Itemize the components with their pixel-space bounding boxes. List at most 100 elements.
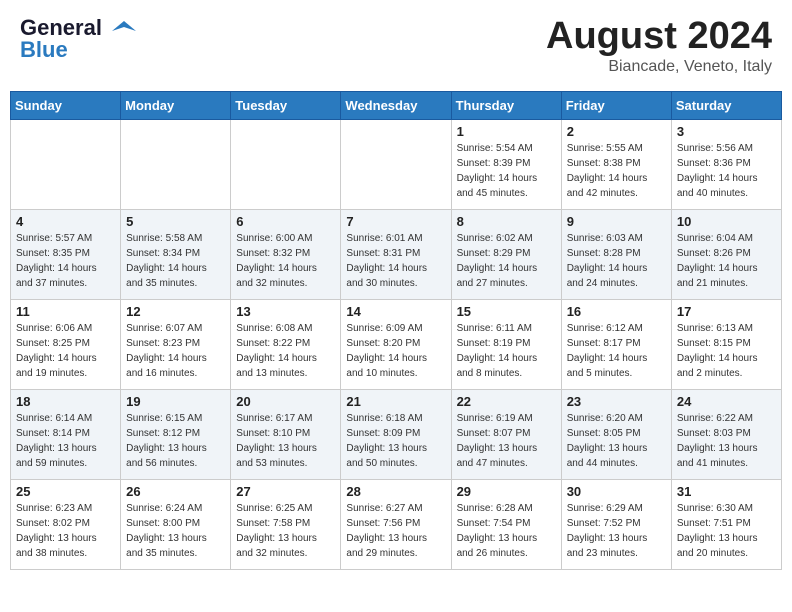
calendar-cell: 24Sunrise: 6:22 AM Sunset: 8:03 PM Dayli… — [671, 390, 781, 480]
day-info: Sunrise: 6:09 AM Sunset: 8:20 PM Dayligh… — [346, 321, 445, 381]
day-info: Sunrise: 5:57 AM Sunset: 8:35 PM Dayligh… — [16, 231, 115, 291]
location-subtitle: Biancade, Veneto, Italy — [546, 58, 772, 76]
day-info: Sunrise: 6:29 AM Sunset: 7:52 PM Dayligh… — [567, 501, 666, 561]
day-number: 5 — [126, 214, 225, 229]
calendar-cell: 18 Sunrise: 6:14 AM Sunset: 8:14 PM Dayli… — [11, 390, 121, 480]
day-number: 23 — [567, 394, 666, 409]
day-info: Sunrise: 5:56 AM Sunset: 8:36 PM Dayligh… — [677, 141, 776, 201]
day-info: Sunrise: 6:02 AM Sunset: 8:29 PM Dayligh… — [457, 231, 556, 291]
day-info: Sunrise: 5:58 AM Sunset: 8:34 PM Dayligh… — [126, 231, 225, 291]
day-header-tuesday: Tuesday — [231, 92, 341, 120]
calendar-cell: 27 Sunrise: 6:25 AM Sunset: 7:58 PM Dayli… — [231, 480, 341, 570]
day-number: 16 — [567, 304, 666, 319]
day-info: Sunrise: 6:30 AM Sunset: 7:51 PM Dayligh… — [677, 501, 776, 561]
calendar-cell: 20 Sunrise: 6:17 AM Sunset: 8:10 PM Dayli… — [231, 390, 341, 480]
calendar-header-row: SundayMondayTuesdayWednesdayThursdayFrid… — [11, 92, 782, 120]
calendar-cell: 19 Sunrise: 6:15 AM Sunset: 8:12 PM Dayli… — [121, 390, 231, 480]
calendar-cell: 15 Sunrise: 6:11 AM Sunset: 8:19 PM Dayli… — [451, 300, 561, 390]
page-header: General Blue August 2024 Biancade, Venet… — [10, 10, 782, 81]
calendar-cell: 25 Sunrise: 6:23 AM Sunset: 8:02 PM Dayli… — [11, 480, 121, 570]
day-number: 8 — [457, 214, 556, 229]
day-header-wednesday: Wednesday — [341, 92, 451, 120]
calendar-cell: 30 Sunrise: 6:29 AM Sunset: 7:52 PM Dayli… — [561, 480, 671, 570]
day-info: Sunrise: 6:18 AM Sunset: 8:09 PM Dayligh… — [346, 411, 445, 471]
calendar-cell: 4 Sunrise: 5:57 AM Sunset: 8:35 PM Daylig… — [11, 210, 121, 300]
calendar-cell: 3 Sunrise: 5:56 AM Sunset: 8:36 PM Daylig… — [671, 120, 781, 210]
day-number: 14 — [346, 304, 445, 319]
day-info: Sunrise: 6:07 AM Sunset: 8:23 PM Dayligh… — [126, 321, 225, 381]
day-info: Sunrise: 6:11 AM Sunset: 8:19 PM Dayligh… — [457, 321, 556, 381]
calendar-cell: 1 Sunrise: 5:54 AM Sunset: 8:39 PM Daylig… — [451, 120, 561, 210]
day-info: Sunrise: 6:04 AM Sunset: 8:26 PM Dayligh… — [677, 231, 776, 291]
calendar-table: SundayMondayTuesdayWednesdayThursdayFrid… — [10, 91, 782, 570]
calendar-cell: 28 Sunrise: 6:27 AM Sunset: 7:56 PM Dayli… — [341, 480, 451, 570]
day-header-friday: Friday — [561, 92, 671, 120]
day-info: Sunrise: 6:27 AM Sunset: 7:56 PM Dayligh… — [346, 501, 445, 561]
day-info: Sunrise: 6:12 AM Sunset: 8:17 PM Dayligh… — [567, 321, 666, 381]
day-number: 19 — [126, 394, 225, 409]
day-number: 11 — [16, 304, 115, 319]
calendar-cell: 2 Sunrise: 5:55 AM Sunset: 8:38 PM Daylig… — [561, 120, 671, 210]
day-number: 31 — [677, 484, 776, 499]
calendar-week-row: 1 Sunrise: 5:54 AM Sunset: 8:39 PM Daylig… — [11, 120, 782, 210]
calendar-week-row: 18 Sunrise: 6:14 AM Sunset: 8:14 PM Dayli… — [11, 390, 782, 480]
calendar-cell — [121, 120, 231, 210]
day-info: Sunrise: 6:03 AM Sunset: 8:28 PM Dayligh… — [567, 231, 666, 291]
day-info: Sunrise: 6:06 AM Sunset: 8:25 PM Dayligh… — [16, 321, 115, 381]
day-header-saturday: Saturday — [671, 92, 781, 120]
day-number: 30 — [567, 484, 666, 499]
calendar-week-row: 25 Sunrise: 6:23 AM Sunset: 8:02 PM Dayli… — [11, 480, 782, 570]
day-number: 28 — [346, 484, 445, 499]
day-info: Sunrise: 6:01 AM Sunset: 8:31 PM Dayligh… — [346, 231, 445, 291]
day-number: 10 — [677, 214, 776, 229]
calendar-cell — [11, 120, 121, 210]
calendar-cell: 26Sunrise: 6:24 AM Sunset: 8:00 PM Dayli… — [121, 480, 231, 570]
calendar-cell: 13Sunrise: 6:08 AM Sunset: 8:22 PM Dayli… — [231, 300, 341, 390]
calendar-cell: 5 Sunrise: 5:58 AM Sunset: 8:34 PM Daylig… — [121, 210, 231, 300]
day-header-thursday: Thursday — [451, 92, 561, 120]
calendar-cell: 22Sunrise: 6:19 AM Sunset: 8:07 PM Dayli… — [451, 390, 561, 480]
day-number: 20 — [236, 394, 335, 409]
calendar-cell: 9 Sunrise: 6:03 AM Sunset: 8:28 PM Daylig… — [561, 210, 671, 300]
day-info: Sunrise: 6:28 AM Sunset: 7:54 PM Dayligh… — [457, 501, 556, 561]
day-number: 2 — [567, 124, 666, 139]
calendar-cell: 14 Sunrise: 6:09 AM Sunset: 8:20 PM Dayli… — [341, 300, 451, 390]
day-info: Sunrise: 6:24 AM Sunset: 8:00 PM Dayligh… — [126, 501, 225, 561]
calendar-cell: 11 Sunrise: 6:06 AM Sunset: 8:25 PM Dayli… — [11, 300, 121, 390]
day-number: 27 — [236, 484, 335, 499]
day-info: Sunrise: 6:17 AM Sunset: 8:10 PM Dayligh… — [236, 411, 335, 471]
calendar-cell: 23 Sunrise: 6:20 AM Sunset: 8:05 PM Dayli… — [561, 390, 671, 480]
day-number: 18 — [16, 394, 115, 409]
calendar-cell: 10 Sunrise: 6:04 AM Sunset: 8:26 PM Dayli… — [671, 210, 781, 300]
calendar-cell: 29Sunrise: 6:28 AM Sunset: 7:54 PM Dayli… — [451, 480, 561, 570]
day-number: 1 — [457, 124, 556, 139]
day-info: Sunrise: 6:20 AM Sunset: 8:05 PM Dayligh… — [567, 411, 666, 471]
day-info: Sunrise: 6:25 AM Sunset: 7:58 PM Dayligh… — [236, 501, 335, 561]
title-block: August 2024 Biancade, Veneto, Italy — [546, 15, 772, 76]
day-number: 4 — [16, 214, 115, 229]
day-info: Sunrise: 6:13 AM Sunset: 8:15 PM Dayligh… — [677, 321, 776, 381]
calendar-cell — [231, 120, 341, 210]
calendar-cell: 21 Sunrise: 6:18 AM Sunset: 8:09 PM Dayli… — [341, 390, 451, 480]
day-number: 3 — [677, 124, 776, 139]
logo-blue: Blue — [20, 37, 68, 63]
day-info: Sunrise: 6:15 AM Sunset: 8:12 PM Dayligh… — [126, 411, 225, 471]
day-number: 25 — [16, 484, 115, 499]
day-info: Sunrise: 6:23 AM Sunset: 8:02 PM Dayligh… — [16, 501, 115, 561]
day-number: 9 — [567, 214, 666, 229]
day-info: Sunrise: 6:14 AM Sunset: 8:14 PM Dayligh… — [16, 411, 115, 471]
day-number: 12 — [126, 304, 225, 319]
day-number: 17 — [677, 304, 776, 319]
day-number: 15 — [457, 304, 556, 319]
calendar-cell — [341, 120, 451, 210]
calendar-cell: 17 Sunrise: 6:13 AM Sunset: 8:15 PM Dayli… — [671, 300, 781, 390]
day-number: 24 — [677, 394, 776, 409]
logo: General Blue — [20, 15, 136, 63]
month-year-title: August 2024 — [546, 15, 772, 58]
day-info: Sunrise: 5:54 AM Sunset: 8:39 PM Dayligh… — [457, 141, 556, 201]
calendar-week-row: 11 Sunrise: 6:06 AM Sunset: 8:25 PM Dayli… — [11, 300, 782, 390]
day-number: 6 — [236, 214, 335, 229]
day-info: Sunrise: 5:55 AM Sunset: 8:38 PM Dayligh… — [567, 141, 666, 201]
calendar-cell: 8 Sunrise: 6:02 AM Sunset: 8:29 PM Daylig… — [451, 210, 561, 300]
day-number: 21 — [346, 394, 445, 409]
